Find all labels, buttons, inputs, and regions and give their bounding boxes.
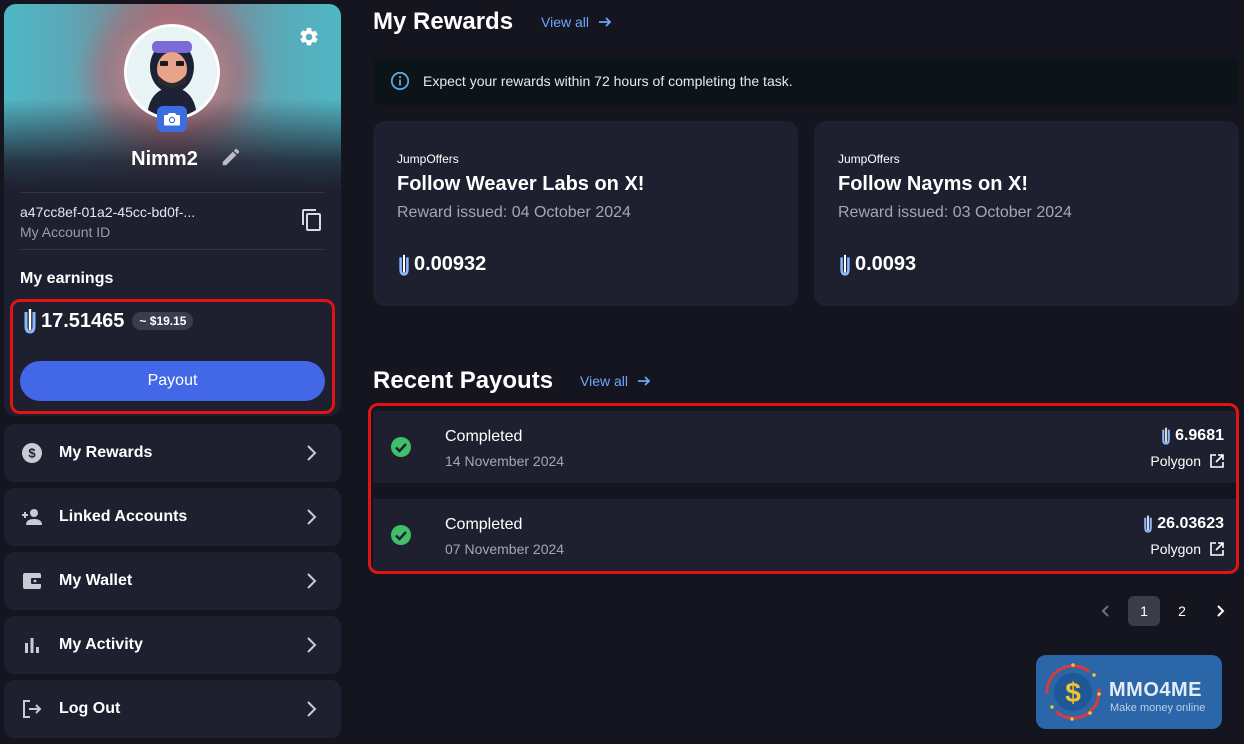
reward-card[interactable]: JumpOffers Follow Weaver Labs on X! Rewa…: [373, 121, 798, 306]
reward-amount: 0.00932: [397, 253, 486, 276]
nav-label: My Activity: [59, 636, 143, 653]
token-icon: [399, 254, 409, 276]
reward-issued-date: Reward issued: 03 October 2024: [838, 204, 1072, 221]
chevron-right-icon: [307, 637, 317, 653]
reward-issued-date: Reward issued: 04 October 2024: [397, 204, 631, 221]
nav-item-my-rewards[interactable]: $ My Rewards: [4, 424, 341, 482]
chevron-right-icon: [307, 509, 317, 525]
payout-amount-text: 26.03623: [1157, 515, 1224, 532]
reward-title: Follow Nayms on X!: [838, 173, 1029, 195]
bar-chart-icon: [25, 638, 39, 653]
pagination-page-2[interactable]: 2: [1166, 596, 1198, 626]
edit-pencil-icon[interactable]: [220, 146, 242, 168]
check-circle-icon: [391, 437, 411, 457]
copy-icon[interactable]: [300, 208, 324, 232]
earnings-usd-badge: ~ $19.15: [132, 312, 194, 330]
pagination-prev-icon[interactable]: [1096, 601, 1116, 621]
external-link-icon: [1210, 454, 1224, 468]
reward-provider: JumpOffers: [838, 152, 900, 166]
add-person-icon: [22, 509, 42, 525]
nav-item-log-out[interactable]: Log Out: [4, 680, 341, 738]
chevron-right-icon: [307, 573, 317, 589]
logout-icon: [23, 700, 42, 718]
token-icon: [840, 254, 850, 276]
profile-card: Nimm2 a47cc8ef-01a2-45cc-bd0f-... My Acc…: [4, 4, 341, 416]
change-avatar-button[interactable]: [157, 106, 187, 132]
payout-network-link[interactable]: Polygon: [1150, 453, 1225, 469]
divider: [20, 192, 325, 193]
reward-provider: JumpOffers: [397, 152, 459, 166]
dollar-circle-icon: $: [22, 443, 42, 463]
recent-payouts-title: Recent Payouts: [373, 367, 554, 394]
nav-item-linked-accounts[interactable]: Linked Accounts: [4, 488, 341, 546]
info-text: Expect your rewards within 72 hours of c…: [423, 73, 793, 89]
payout-date: 07 November 2024: [445, 541, 565, 557]
nav-label: My Wallet: [59, 572, 133, 589]
reward-card[interactable]: JumpOffers Follow Nayms on X! Reward iss…: [814, 121, 1239, 306]
payout-status: Completed: [445, 428, 523, 445]
earnings-label: My earnings: [20, 270, 114, 287]
payout-row: Completed 14 November 2024 6.9681 Polygo…: [373, 411, 1239, 483]
token-icon: [1162, 427, 1170, 445]
svg-text:$: $: [1065, 677, 1081, 708]
info-banner: Expect your rewards within 72 hours of c…: [373, 57, 1239, 105]
chevron-right-icon: [307, 445, 317, 461]
gear-icon[interactable]: [298, 26, 320, 48]
payout-date: 14 November 2024: [445, 453, 565, 469]
payout-network-text: Polygon: [1150, 453, 1201, 469]
reward-title: Follow Weaver Labs on X!: [397, 173, 645, 195]
nav-item-my-wallet[interactable]: My Wallet: [4, 552, 341, 610]
my-rewards-title: My Rewards: [373, 8, 514, 35]
nav-label: Log Out: [59, 700, 121, 717]
payout-status: Completed: [445, 516, 523, 533]
account-id-label: My Account ID: [20, 224, 111, 240]
info-icon: [390, 71, 410, 91]
nav-label: Linked Accounts: [59, 508, 188, 525]
payout-row: Completed 07 November 2024 26.03623 Poly…: [373, 499, 1239, 571]
nav-label: My Rewards: [59, 444, 153, 461]
avatar-image: [127, 27, 217, 117]
payout-button[interactable]: Payout: [20, 361, 325, 401]
account-id-value: a47cc8ef-01a2-45cc-bd0f-...: [20, 204, 196, 220]
payout-amount: 26.03623: [1142, 515, 1224, 533]
camera-icon: [164, 113, 180, 126]
reward-amount: 0.0093: [838, 253, 916, 276]
watermark-subtitle: Make money online: [1110, 702, 1206, 714]
payouts-view-all-link[interactable]: View all: [580, 373, 652, 389]
wallet-icon: [23, 573, 42, 589]
arrow-right-icon: [599, 17, 612, 27]
arrow-right-icon: [638, 376, 651, 386]
payout-network-link[interactable]: Polygon: [1150, 541, 1225, 557]
nav-item-my-activity[interactable]: My Activity: [4, 616, 341, 674]
payout-network-text: Polygon: [1150, 541, 1201, 557]
reward-amount-text: 0.00932: [414, 253, 487, 275]
divider: [20, 249, 325, 250]
payout-amount: 6.9681: [1160, 427, 1224, 445]
mmo4me-logo-icon: $: [1045, 663, 1101, 721]
username: Nimm2: [4, 148, 341, 171]
pagination-next-icon[interactable]: [1210, 601, 1230, 621]
view-all-text: View all: [580, 373, 628, 389]
chevron-right-icon: [307, 701, 317, 717]
token-icon: [24, 309, 36, 334]
reward-amount-text: 0.0093: [855, 253, 917, 275]
check-circle-icon: [391, 525, 411, 545]
rewards-view-all-link[interactable]: View all: [541, 14, 613, 30]
username-text: Nimm2: [131, 148, 198, 170]
payout-amount-text: 6.9681: [1175, 427, 1224, 444]
external-link-icon: [1210, 542, 1224, 556]
svg-text:$: $: [28, 446, 36, 461]
token-icon: [1144, 515, 1153, 533]
pagination-page-1[interactable]: 1: [1128, 596, 1160, 626]
earnings-amount-text: 17.51465: [41, 309, 125, 332]
watermark-title: MMO4ME: [1109, 679, 1202, 701]
earnings-amount: 17.51465 ~ $19.15: [22, 308, 194, 334]
view-all-text: View all: [541, 14, 589, 30]
mmo4me-watermark: $ MMO4ME Make money online: [1036, 655, 1222, 729]
